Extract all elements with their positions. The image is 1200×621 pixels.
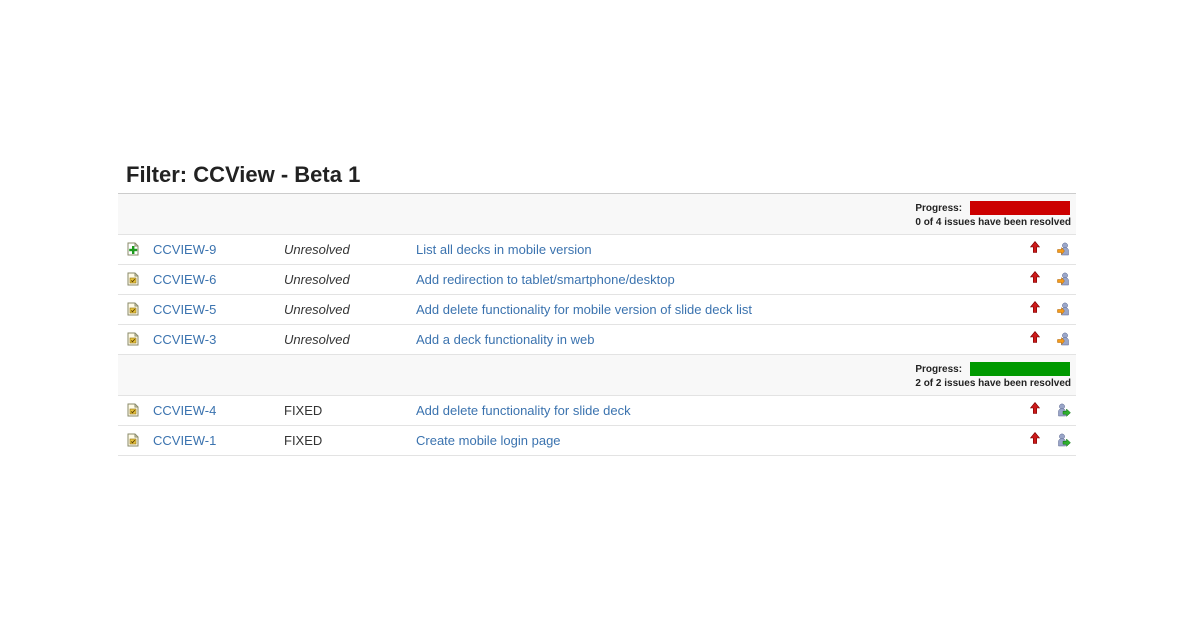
user-assigned-icon[interactable]	[1057, 242, 1071, 256]
task-icon	[127, 302, 139, 316]
progress-bar	[970, 362, 1071, 376]
issue-summary-link[interactable]: Add a deck functionality in web	[416, 332, 595, 347]
priority-major-icon	[1029, 432, 1041, 444]
issue-status: Unresolved	[284, 242, 350, 257]
progress-section: Progress: 0 of 4 issues have been resolve…	[118, 194, 1076, 235]
issue-key-link[interactable]: CCVIEW-9	[153, 242, 216, 257]
issue-row: CCVIEW-1 FIXED Create mobile login page	[118, 426, 1076, 456]
progress-box: Progress: 0 of 4 issues have been resolve…	[915, 201, 1071, 228]
user-resolved-icon[interactable]	[1057, 433, 1071, 447]
priority-major-icon	[1029, 331, 1041, 343]
issue-status: Unresolved	[284, 302, 350, 317]
progress-section: Progress: 2 of 2 issues have been resolve…	[118, 355, 1076, 396]
user-assigned-icon[interactable]	[1057, 272, 1071, 286]
issue-status: Unresolved	[284, 332, 350, 347]
progress-bar-fill	[970, 201, 1071, 215]
issue-summary-link[interactable]: List all decks in mobile version	[416, 242, 592, 257]
issue-summary-link[interactable]: Create mobile login page	[416, 433, 561, 448]
issue-row: CCVIEW-9 Unresolved List all decks in mobi…	[118, 235, 1076, 265]
progress-text: 2 of 2 issues have been resolved	[915, 378, 1071, 389]
issue-groups: Progress: 0 of 4 issues have been resolve…	[118, 194, 1076, 456]
issue-key-link[interactable]: CCVIEW-1	[153, 433, 216, 448]
issue-key-link[interactable]: CCVIEW-4	[153, 403, 216, 418]
user-resolved-icon[interactable]	[1057, 403, 1071, 417]
progress-bar-fill	[970, 362, 1071, 376]
filter-panel: Filter: CCView - Beta 1 Progress: 0 of 4 …	[118, 158, 1076, 456]
issue-row: CCVIEW-4 FIXED Add delete functionality fo…	[118, 396, 1076, 426]
priority-major-icon	[1029, 301, 1041, 313]
issue-status: FIXED	[284, 433, 323, 448]
issue-status: Unresolved	[284, 272, 350, 287]
issue-status: FIXED	[284, 403, 323, 418]
issue-row: CCVIEW-3 Unresolved Add a deck functionali…	[118, 325, 1076, 355]
issue-key-link[interactable]: CCVIEW-3	[153, 332, 216, 347]
priority-major-icon	[1029, 241, 1041, 253]
task-icon	[127, 433, 139, 447]
progress-box: Progress: 2 of 2 issues have been resolve…	[915, 362, 1071, 389]
issue-summary-link[interactable]: Add delete functionality for slide deck	[416, 403, 631, 418]
progress-line: Progress:	[915, 201, 1071, 215]
progress-label: Progress:	[915, 363, 963, 375]
task-icon	[127, 403, 139, 417]
issue-key-link[interactable]: CCVIEW-6	[153, 272, 216, 287]
progress-line: Progress:	[915, 362, 1071, 376]
progress-bar	[970, 201, 1071, 215]
task-icon	[127, 272, 139, 286]
issue-summary-link[interactable]: Add delete functionality for mobile vers…	[416, 302, 752, 317]
priority-major-icon	[1029, 271, 1041, 283]
issue-summary-link[interactable]: Add redirection to tablet/smartphone/des…	[416, 272, 675, 287]
task-icon	[127, 332, 139, 346]
user-assigned-icon[interactable]	[1057, 332, 1071, 346]
page-title: Filter: CCView - Beta 1	[118, 158, 1076, 194]
progress-text: 0 of 4 issues have been resolved	[915, 217, 1071, 228]
new-feature-icon	[127, 242, 139, 256]
issue-row: CCVIEW-6 Unresolved Add redirection to tab…	[118, 265, 1076, 295]
issue-row: CCVIEW-5 Unresolved Add delete functionali…	[118, 295, 1076, 325]
progress-label: Progress:	[915, 202, 963, 214]
priority-major-icon	[1029, 402, 1041, 414]
issue-key-link[interactable]: CCVIEW-5	[153, 302, 216, 317]
user-assigned-icon[interactable]	[1057, 302, 1071, 316]
